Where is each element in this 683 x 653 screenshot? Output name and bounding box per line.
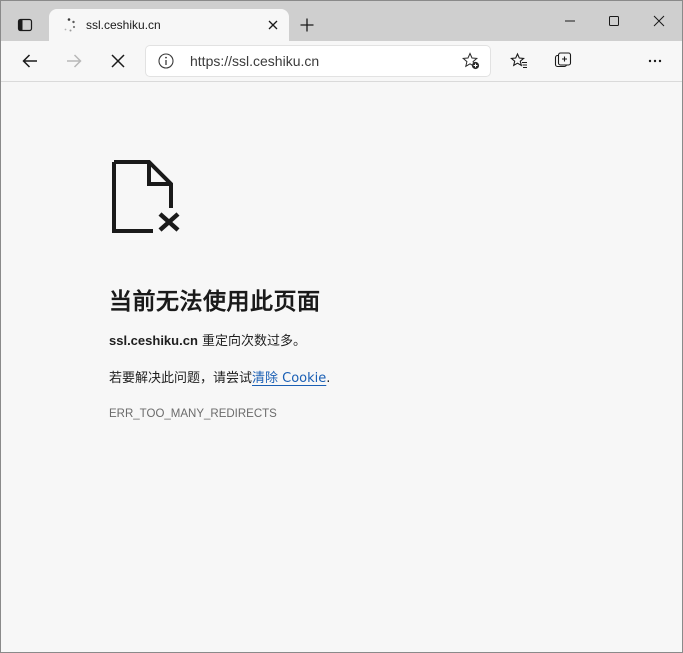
error-hint: 若要解决此问题，请尝试清除 Cookie. xyxy=(109,367,330,386)
tab-title: ssl.ceshiku.cn xyxy=(86,18,161,32)
error-description: ssl.ceshiku.cn 重定向次数过多。 xyxy=(109,330,306,349)
more-icon xyxy=(648,59,662,63)
favorites-icon xyxy=(510,52,527,69)
favorites-button[interactable] xyxy=(503,45,535,77)
info-icon[interactable] xyxy=(158,53,174,69)
star-plus-icon[interactable] xyxy=(462,52,480,70)
close-icon xyxy=(653,15,665,27)
forward-button[interactable] xyxy=(58,45,90,77)
broken-page-icon xyxy=(112,160,180,233)
error-hint-prefix: 若要解决此问题，请尝试 xyxy=(109,371,253,386)
minimize-icon xyxy=(565,20,575,22)
new-tab-button[interactable] xyxy=(293,11,321,39)
tab-actions-icon[interactable] xyxy=(9,9,41,41)
title-bar: ssl.ceshiku.cn xyxy=(1,1,682,41)
url-text[interactable]: https://ssl.ceshiku.cn xyxy=(190,53,319,69)
collections-button[interactable] xyxy=(547,45,579,77)
window-close-button[interactable] xyxy=(636,1,682,41)
collections-icon xyxy=(554,52,572,68)
address-bar[interactable]: https://ssl.ceshiku.cn xyxy=(146,46,490,76)
close-icon[interactable] xyxy=(265,17,281,33)
maximize-icon xyxy=(609,16,619,26)
loading-spinner-icon xyxy=(64,18,76,32)
maximize-button[interactable] xyxy=(591,1,637,41)
back-arrow-icon xyxy=(22,54,37,68)
stop-loading-button[interactable] xyxy=(102,45,134,77)
forward-arrow-icon xyxy=(67,54,82,68)
browser-window: ssl.ceshiku.cn https://ssl.ceshiku.cn 当前… xyxy=(0,0,683,653)
browser-tab[interactable]: ssl.ceshiku.cn xyxy=(49,9,289,41)
error-title: 当前无法使用此页面 xyxy=(109,289,321,315)
error-hint-suffix: . xyxy=(326,371,331,386)
stop-icon xyxy=(111,54,125,68)
error-host: ssl.ceshiku.cn xyxy=(109,333,198,348)
error-code: ERR_TOO_MANY_REDIRECTS xyxy=(109,408,277,420)
plus-icon xyxy=(300,18,314,32)
back-button[interactable] xyxy=(14,45,46,77)
navigation-toolbar: https://ssl.ceshiku.cn xyxy=(1,41,682,113)
error-message: 重定向次数过多。 xyxy=(197,334,307,349)
more-button[interactable] xyxy=(639,45,671,77)
clear-cookies-link[interactable]: 清除 Cookie xyxy=(252,371,326,386)
error-page: 当前无法使用此页面 ssl.ceshiku.cn 重定向次数过多。 若要解决此问… xyxy=(1,82,682,652)
minimize-button[interactable] xyxy=(547,1,593,41)
